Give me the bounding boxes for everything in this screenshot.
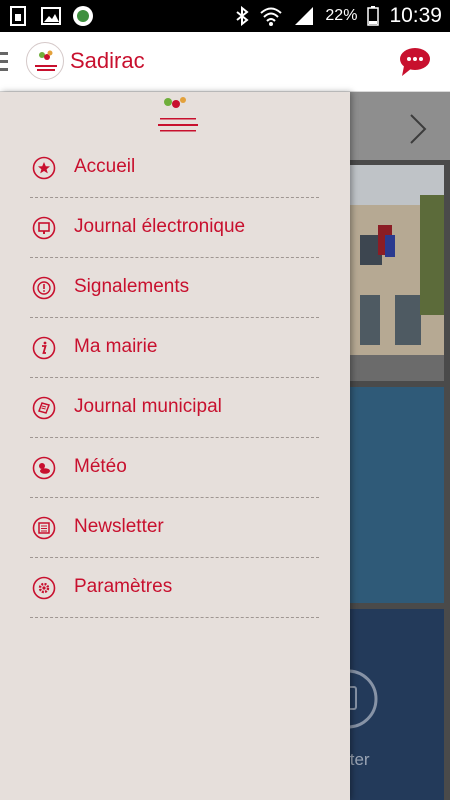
menu-item-label: Journal électronique xyxy=(74,216,246,237)
status-bar: 22% 10:39 xyxy=(0,0,450,32)
menu-item-label: Ma mairie xyxy=(74,336,158,357)
app-bar: Sadirac xyxy=(0,32,450,92)
newsletter-tile[interactable] xyxy=(318,609,444,800)
alert-icon xyxy=(32,276,56,299)
newsletter-icon xyxy=(32,516,56,539)
mairie-logo xyxy=(158,97,198,132)
menu-item-journal-municipal[interactable]: Journal municipal xyxy=(30,378,319,438)
image-icon xyxy=(41,7,61,25)
app-title: Sadirac xyxy=(70,48,145,73)
newsletter-tile-icon xyxy=(318,669,378,729)
gear-icon xyxy=(32,576,56,599)
menu-item-label: Paramètres xyxy=(74,576,173,597)
app-logo[interactable] xyxy=(26,42,64,80)
app-notification-icon xyxy=(73,6,93,26)
sim-card-icon xyxy=(10,6,26,26)
screen-icon xyxy=(32,216,56,239)
menu-item-newsletter[interactable]: Newsletter xyxy=(30,498,319,558)
weather-icon xyxy=(32,456,56,479)
menu-item-accueil[interactable]: Accueil xyxy=(30,138,319,198)
menu-icon[interactable] xyxy=(0,52,10,72)
menu-item-label: Journal municipal xyxy=(74,396,222,417)
newspaper-icon xyxy=(32,396,56,419)
menu-item-label: Météo xyxy=(74,456,127,477)
drawer-menu: Accueil Journal électronique Signalement… xyxy=(30,138,319,618)
town-hall-photo-tile[interactable] xyxy=(350,165,444,381)
menu-item-parametres[interactable]: Paramètres xyxy=(30,558,319,618)
menu-item-meteo[interactable]: Météo xyxy=(30,438,319,498)
navigation-drawer: Accueil Journal électronique Signalement… xyxy=(0,92,350,800)
sadirac-logo-icon xyxy=(35,50,57,71)
battery-percent: 22% xyxy=(325,7,358,24)
menu-item-signalements[interactable]: Signalements xyxy=(30,258,319,318)
wifi-icon xyxy=(260,7,283,26)
menu-item-journal-electronique[interactable]: Journal électronique xyxy=(30,198,319,258)
chat-bubble-icon[interactable] xyxy=(398,46,432,78)
header-tile[interactable] xyxy=(350,92,450,160)
menu-item-ma-mairie[interactable]: Ma mairie xyxy=(30,318,319,378)
sky-tile[interactable] xyxy=(350,387,444,603)
bluetooth-icon xyxy=(236,6,250,26)
menu-item-label: Newsletter xyxy=(74,516,164,537)
menu-item-label: Signalements xyxy=(74,276,190,297)
menu-item-label: Accueil xyxy=(74,156,136,177)
star-icon xyxy=(32,156,56,179)
battery-icon xyxy=(367,6,380,26)
chevron-right-icon[interactable] xyxy=(408,112,428,146)
clock: 10:39 xyxy=(389,4,442,27)
signal-icon xyxy=(295,7,314,25)
town-hall-photo xyxy=(350,165,444,381)
info-icon xyxy=(32,336,56,359)
